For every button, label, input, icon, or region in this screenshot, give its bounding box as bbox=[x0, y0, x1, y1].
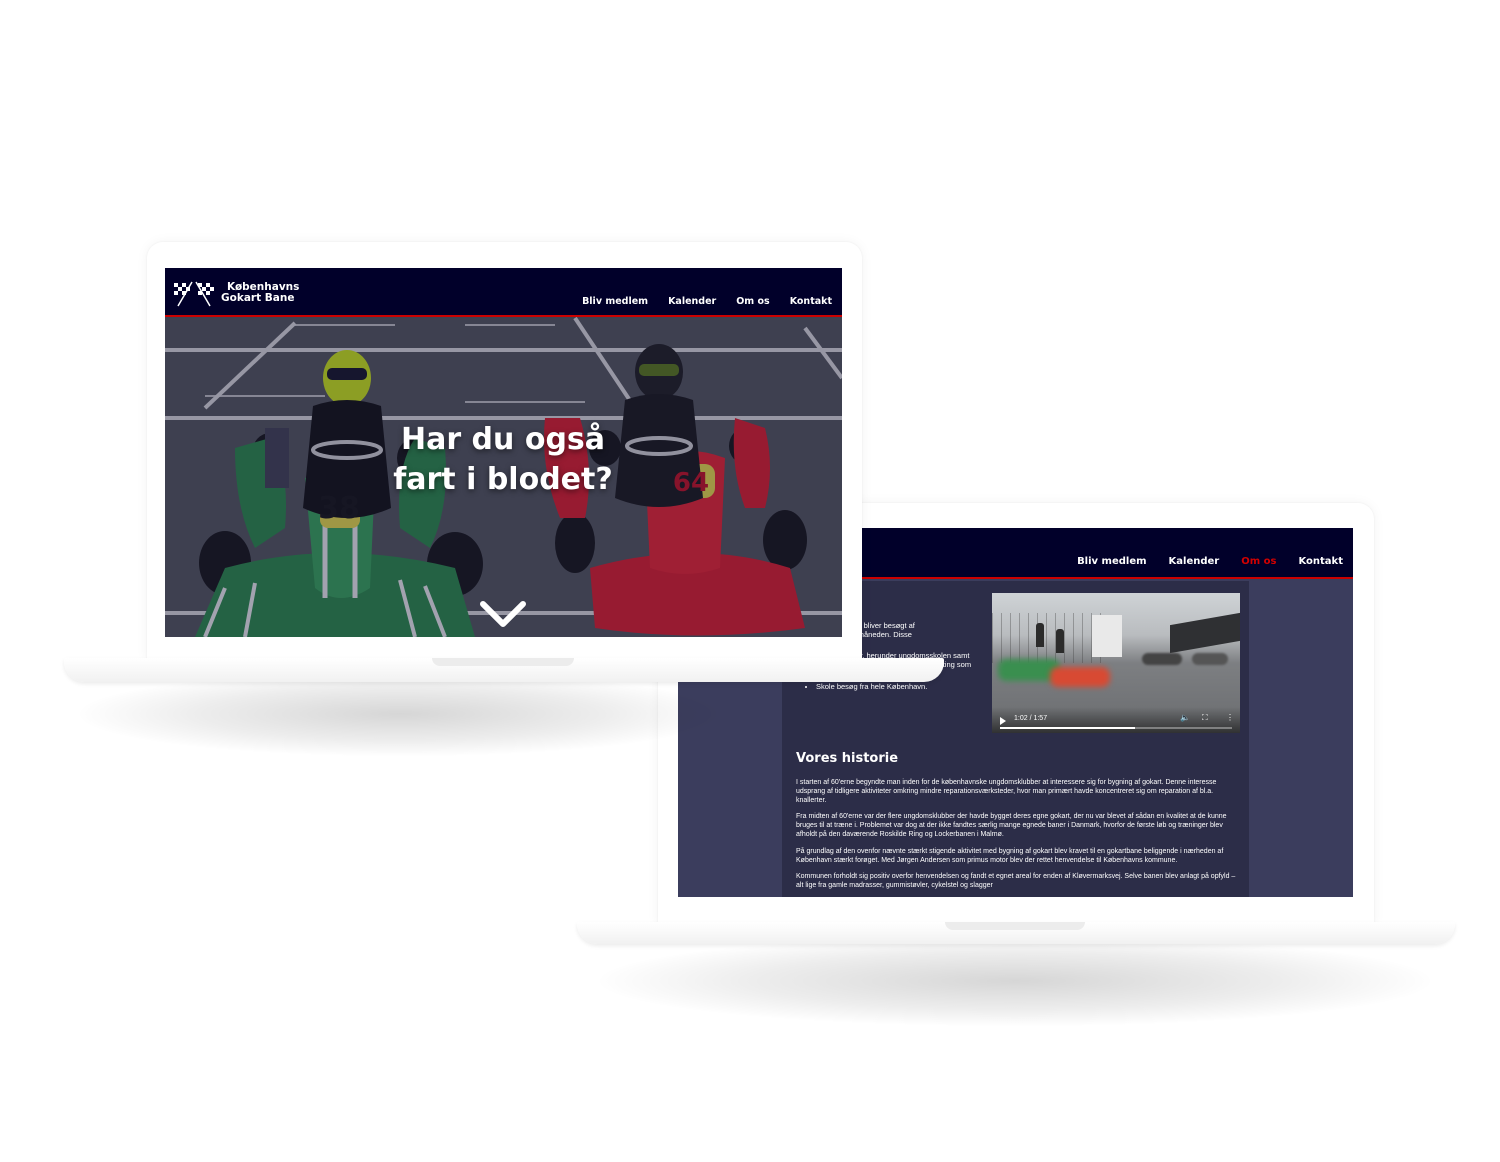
hero-title-line-2: fart i blodet? bbox=[393, 462, 613, 497]
video-frame-person bbox=[1056, 629, 1064, 653]
video-frame-kart bbox=[1192, 653, 1228, 665]
video-controls: 1:02 / 1:57 🔈 ⛶ ⋮ bbox=[992, 707, 1240, 733]
history-heading: Vores historie bbox=[796, 751, 899, 766]
laptop-base-front bbox=[64, 658, 944, 682]
checkered-flags-icon[interactable] bbox=[170, 279, 218, 307]
laptop-shadow bbox=[80, 672, 720, 756]
home-page-screen: 38 64 Københavns Gokart Bane Bliv medlem… bbox=[165, 268, 842, 637]
video-progress-bar[interactable] bbox=[1000, 727, 1232, 729]
list-item: Skole besøg fra hele København. bbox=[816, 682, 980, 691]
chevron-down-icon[interactable] bbox=[479, 600, 527, 628]
nav-item-bliv-medlem[interactable]: Bliv medlem bbox=[582, 296, 648, 307]
nav-item-om-os[interactable]: Om os bbox=[1241, 556, 1276, 567]
logo-line-2: Gokart Bane bbox=[221, 292, 295, 304]
video-player[interactable]: 1:02 / 1:57 🔈 ⛶ ⋮ bbox=[992, 593, 1240, 733]
laptop-notch bbox=[432, 658, 574, 666]
video-frame-kart bbox=[1050, 667, 1110, 687]
history-paragraph: Fra midten af 60'erne var der flere ungd… bbox=[796, 813, 1227, 838]
history-paragraph: På grundlag af den ovenfor nævnte stærkt… bbox=[796, 847, 1224, 864]
nav-item-bliv-medlem[interactable]: Bliv medlem bbox=[1077, 556, 1146, 567]
video-time: 1:02 / 1:57 bbox=[1014, 715, 1048, 722]
video-frame-kart bbox=[1142, 653, 1182, 665]
video-progress-fill bbox=[1000, 727, 1135, 729]
more-options-icon[interactable]: ⋮ bbox=[1226, 714, 1234, 722]
laptop-base-back bbox=[577, 922, 1455, 944]
history-paragraph: Kommunen forholdt sig positiv overfor he… bbox=[796, 873, 1236, 890]
site-logo[interactable]: Københavns Gokart Bane bbox=[221, 282, 299, 304]
history-paragraph: I starten af 60'erne begyndte man inden … bbox=[796, 779, 1217, 804]
laptop-shadow bbox=[600, 936, 1430, 1026]
play-icon[interactable] bbox=[1000, 717, 1006, 725]
nav-item-kalender[interactable]: Kalender bbox=[1169, 556, 1220, 567]
video-frame-fence bbox=[992, 613, 1102, 663]
video-frame-building bbox=[1092, 615, 1122, 657]
nav-item-kalender[interactable]: Kalender bbox=[668, 296, 716, 307]
fullscreen-icon[interactable]: ⛶ bbox=[1202, 714, 1208, 722]
about-nav-menu: Bliv medlem Kalender Om os Kontakt bbox=[1077, 556, 1343, 567]
video-frame-person bbox=[1036, 623, 1044, 647]
history-text: I starten af 60'erne begyndte man inden … bbox=[796, 779, 1236, 897]
volume-icon[interactable]: 🔈 bbox=[1180, 714, 1190, 722]
video-frame-tent bbox=[1170, 612, 1240, 654]
nav-item-kontakt[interactable]: Kontakt bbox=[790, 296, 832, 307]
hero-title-line-1: Har du også bbox=[400, 422, 606, 457]
home-nav-menu: Bliv medlem Kalender Om os Kontakt bbox=[582, 296, 832, 307]
home-nav-bar: Københavns Gokart Bane Bliv medlem Kalen… bbox=[165, 268, 842, 317]
hero-title: Har du også fart i blodet? bbox=[353, 420, 653, 500]
laptop-notch bbox=[945, 922, 1085, 930]
nav-item-om-os[interactable]: Om os bbox=[736, 296, 769, 307]
nav-item-kontakt[interactable]: Kontakt bbox=[1298, 556, 1343, 567]
